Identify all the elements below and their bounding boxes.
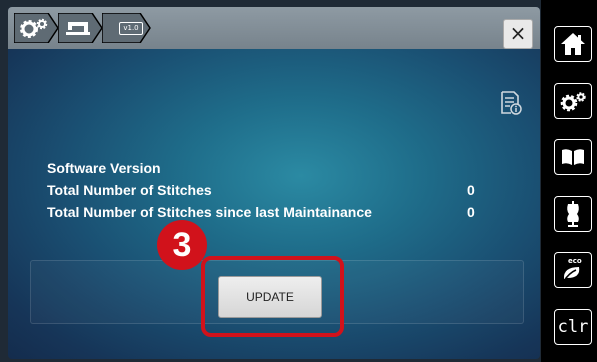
- settings-gears-icon: [560, 92, 586, 112]
- info-label: Total Number of Stitches: [47, 182, 212, 198]
- breadcrumb-version[interactable]: v1.0: [102, 13, 152, 43]
- sewing-machine-icon: [58, 13, 103, 43]
- main-frame: v1.0 × Software Version Total Number of …: [0, 0, 541, 362]
- info-label: Software Version: [47, 160, 161, 176]
- manual-button[interactable]: [554, 139, 592, 175]
- breadcrumb-machine[interactable]: [58, 13, 104, 43]
- book-icon: [562, 149, 584, 165]
- info-value: 0: [467, 182, 475, 198]
- eco-button[interactable]: eco: [554, 252, 592, 288]
- garment-button[interactable]: [554, 196, 592, 232]
- machine-info-list: Software Version Total Number of Stitche…: [47, 157, 497, 223]
- info-label: Total Number of Stitches since last Main…: [47, 204, 372, 220]
- clr-label: clr: [557, 317, 589, 337]
- settings-button[interactable]: [554, 83, 592, 119]
- version-label: v1.0: [119, 22, 143, 35]
- info-value: 0: [467, 204, 475, 220]
- document-info-icon[interactable]: [500, 91, 522, 115]
- breadcrumb-settings[interactable]: [14, 13, 60, 43]
- step-number-badge: 3: [157, 220, 207, 270]
- right-sidebar: eco clr: [548, 0, 597, 362]
- gears-icon: [14, 13, 59, 43]
- home-button[interactable]: [554, 26, 592, 62]
- info-row-software-version: Software Version: [47, 157, 497, 179]
- info-row-stitches-since-maintenance: Total Number of Stitches since last Main…: [47, 201, 497, 223]
- clear-button[interactable]: clr: [554, 309, 592, 345]
- breadcrumb: v1.0 ×: [8, 7, 540, 49]
- dress-form-icon: [567, 201, 579, 227]
- close-button[interactable]: ×: [503, 19, 533, 49]
- home-icon: [561, 33, 585, 55]
- info-row-total-stitches: Total Number of Stitches 0: [47, 179, 497, 201]
- highlight-box: [201, 256, 344, 337]
- eco-label: eco: [568, 257, 582, 265]
